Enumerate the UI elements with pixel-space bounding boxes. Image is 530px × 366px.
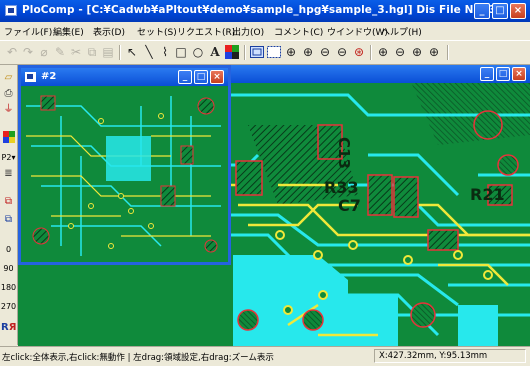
page-label: P2	[1, 153, 12, 162]
pcb-overview-canvas[interactable]	[21, 86, 228, 262]
zoom-b-icon[interactable]: ⊖	[392, 44, 408, 60]
menu-file[interactable]: ファイル(F)	[4, 25, 52, 38]
toolbar-separator	[244, 45, 246, 60]
page-selector[interactable]: P2▾	[0, 153, 17, 162]
minimize-button[interactable]: _	[474, 3, 490, 19]
line-icon[interactable]: ╲	[141, 44, 157, 60]
maximize-button[interactable]: □	[492, 3, 508, 19]
palette-icon[interactable]	[1, 131, 16, 145]
child2-maximize-button[interactable]: □	[194, 70, 208, 84]
print-icon[interactable]: ⎙	[1, 87, 16, 101]
title-bar: PloComp - [C:¥Cadwb¥aPltout¥demo¥sample_…	[0, 0, 530, 22]
menu-output[interactable]: 出力(O)	[232, 25, 264, 38]
child-window-title: #2	[41, 71, 57, 82]
mdi-workarea[interactable]: C13 R33 C7 R21 _ □ × #2 _ □ ×	[18, 65, 530, 346]
toolbar-separator	[370, 45, 372, 60]
rotate-90[interactable]: 90	[0, 264, 17, 273]
left-toolbar: ▱ ⎙ ⏚ P2▾ ≣ ⧉ ⧉ 0 90 180 270 RЯ	[0, 65, 18, 345]
child-window-titlebar[interactable]: #2 _ □ ×	[21, 68, 228, 86]
paste-icon[interactable]: ▤	[100, 44, 116, 60]
main-toolbar: ↶ ↷ ⌀ ✎ ✂ ⧉ ▤ ↖ ╲ ⌇ □ ○ A ⊕ ⊕ ⊖ ⊖ ⊛ ⊕ ⊖ …	[0, 40, 530, 65]
eraser-icon[interactable]: ⌀	[36, 44, 52, 60]
circle-icon[interactable]: ○	[190, 44, 206, 60]
status-coordinates: X:427.32mm, Y:95.13mm	[374, 349, 526, 363]
menu-request[interactable]: リクエスト(R)	[177, 25, 235, 38]
paste-doc-icon[interactable]: ⧉	[1, 213, 16, 227]
rotate-0[interactable]: 0	[0, 245, 17, 254]
child2-close-button[interactable]: ×	[210, 70, 224, 84]
zoom-in-icon[interactable]: ⊕	[300, 44, 316, 60]
text-icon[interactable]: A	[207, 44, 223, 60]
rotate-270[interactable]: 270	[0, 302, 17, 311]
zoom-d-icon[interactable]: ⊕	[426, 44, 442, 60]
child-window-2[interactable]: #2 _ □ ×	[18, 65, 231, 265]
label-r33: R33	[324, 178, 359, 197]
zoom-out-icon[interactable]: ⊖	[317, 44, 333, 60]
app-icon[interactable]	[5, 5, 17, 16]
toolbar-separator	[119, 45, 121, 60]
pointer-icon[interactable]: ↖	[124, 44, 140, 60]
pen-icon[interactable]: ✎	[52, 44, 68, 60]
status-bar: 左click:全体表示,右click:無動作 | 左drag:領域設定,右dra…	[0, 346, 530, 366]
main-child-titlebar: _ □ ×	[230, 65, 530, 83]
copy-icon[interactable]: ⧉	[84, 44, 100, 60]
label-r21: R21	[470, 185, 505, 204]
zoom-prev-icon[interactable]: ⊖	[334, 44, 350, 60]
rectangle-icon[interactable]: □	[173, 44, 189, 60]
menu-window[interactable]: ウインドウ(W)	[327, 25, 388, 38]
fit-window-icon[interactable]	[249, 44, 265, 60]
layers-stack-icon[interactable]: ≣	[1, 167, 16, 181]
close-button[interactable]: ×	[510, 3, 526, 19]
mirror-icon[interactable]: RЯ	[1, 321, 16, 335]
menu-edit[interactable]: 編集(E)	[53, 25, 84, 38]
open-folder-icon[interactable]: ▱	[1, 71, 16, 85]
zoom-custom-icon[interactable]: ⊛	[351, 44, 367, 60]
cut-icon[interactable]: ✂	[68, 44, 84, 60]
menu-comment[interactable]: コメント(C)	[274, 25, 323, 38]
menu-set[interactable]: セット(S)	[137, 25, 177, 38]
redo-icon[interactable]: ↷	[20, 44, 36, 60]
zoom-center-icon[interactable]: ⊕	[283, 44, 299, 60]
undo-icon[interactable]: ↶	[4, 44, 20, 60]
child-maximize-button[interactable]: □	[496, 67, 510, 81]
menu-bar: ファイル(F) 編集(E) 表示(D) セット(S) リクエスト(R) 出力(O…	[0, 22, 530, 40]
toolbar-separator	[447, 45, 449, 60]
zoom-region-icon[interactable]	[266, 44, 282, 60]
child2-minimize-button[interactable]: _	[178, 70, 192, 84]
child-close-button[interactable]: ×	[512, 67, 526, 81]
window-title: PloComp - [C:¥Cadwb¥aPltout¥demo¥sample_…	[22, 4, 519, 16]
rotate-180[interactable]: 180	[0, 283, 17, 292]
layer-icon[interactable]: ⏚	[1, 103, 16, 117]
copy-doc-icon[interactable]: ⧉	[1, 195, 16, 209]
status-hint: 左click:全体表示,右click:無動作 | 左drag:領域設定,右dra…	[2, 353, 274, 363]
zoom-c-icon[interactable]: ⊕	[409, 44, 425, 60]
arc-icon[interactable]: ⌇	[157, 44, 173, 60]
menu-help[interactable]: ヘルプ(H)	[381, 25, 422, 38]
zoom-a-icon[interactable]: ⊕	[375, 44, 391, 60]
child-minimize-button[interactable]: _	[480, 67, 494, 81]
menu-view[interactable]: 表示(D)	[93, 25, 125, 38]
label-c13: C13	[335, 137, 353, 169]
color-icon[interactable]	[224, 44, 240, 60]
child-window-icon[interactable]	[25, 72, 36, 82]
label-c7: C7	[338, 196, 361, 215]
